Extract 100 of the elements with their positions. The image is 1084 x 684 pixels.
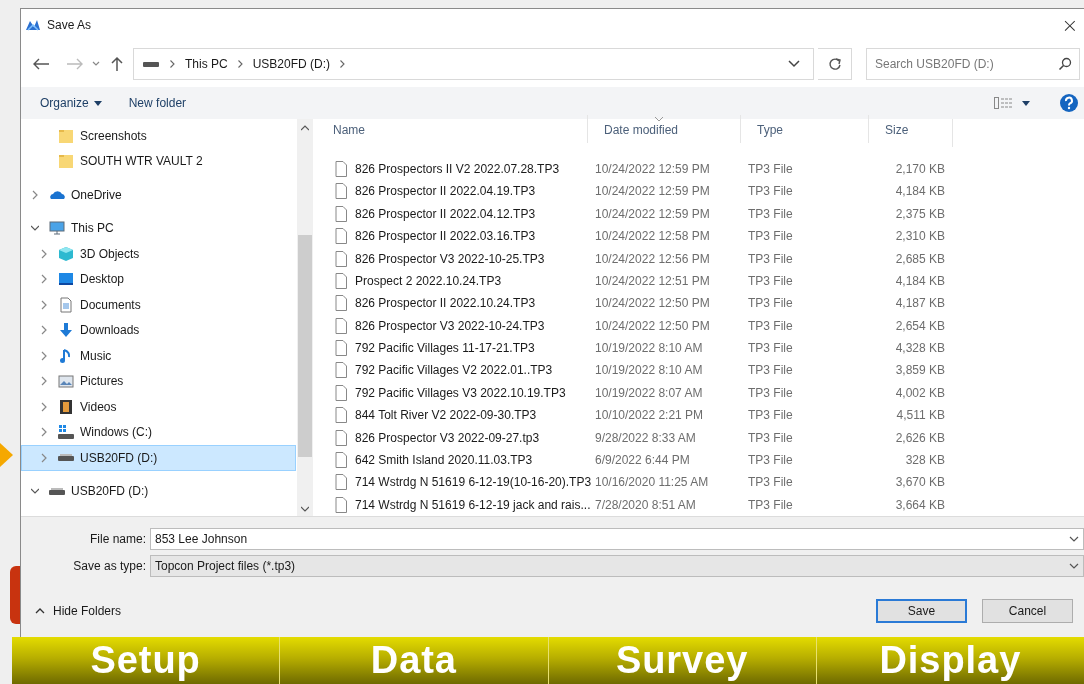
save-button[interactable]: Save [876, 599, 967, 623]
close-button[interactable]: × [1060, 15, 1080, 35]
chevron-right-icon [170, 60, 175, 68]
drive-icon [49, 487, 65, 495]
scrollbar-thumb[interactable] [298, 235, 312, 457]
chevron-right-icon [40, 274, 48, 285]
nav-item[interactable]: Downloads [21, 317, 297, 343]
nav-item[interactable]: Desktop [21, 266, 297, 292]
file-row[interactable]: 714 Wstrdg N 51619 6-12-19 jack and rais... 7/28/2020 8:51 AM TP3 File 3,664 KB [317, 493, 1084, 516]
file-icon [335, 272, 347, 289]
nav-item[interactable]: Documents [21, 292, 297, 318]
file-row[interactable]: 792 Pacific Villages V3 2022.10.19.TP3 10/19/2022 8:07 AM TP3 File 4,002 KB [317, 381, 1084, 405]
file-row[interactable]: Prospect 2 2022.10.24.TP3 10/24/2022 12:51 PM TP3 File 4,184 KB [317, 269, 1084, 293]
file-row[interactable]: 792 Pacific Villages V2 2022.01..TP3 10/19/2022 8:10 AM TP3 File 3,859 KB [317, 359, 1084, 382]
down-arrow-icon [58, 322, 74, 339]
help-icon [1060, 94, 1078, 112]
file-type: TP3 File [747, 362, 794, 380]
chevron-right-icon [40, 248, 48, 259]
chevron-up-icon [35, 608, 45, 614]
file-icon [335, 407, 347, 424]
file-type: TP3 File [747, 407, 794, 425]
file-icon [335, 384, 347, 401]
refresh-button[interactable] [818, 48, 852, 80]
file-type: TP3 File [747, 160, 794, 178]
file-row[interactable]: 826 Prospector V3 2022-10-25.TP3 10/24/2022 12:56 PM TP3 File 2,685 KB [317, 247, 1084, 270]
file-size: 4,184 KB [894, 183, 946, 201]
back-arrow-icon [31, 57, 51, 71]
chevron-right-icon [40, 452, 48, 463]
file-type: TP3 File [747, 429, 794, 447]
column-header[interactable]: Date modified [587, 115, 740, 143]
file-icon [335, 317, 347, 334]
organize-button[interactable]: Organize [40, 94, 102, 112]
file-row[interactable]: 714 Wstrdg N 51619 6-12-19(10-16-20).TP3 10/16/2020 11:25 AM TP3 File 3,670 KB [317, 471, 1084, 494]
nav-item[interactable]: Screenshots [21, 123, 297, 149]
new-folder-button[interactable]: New folder [128, 94, 187, 112]
file-icon [335, 362, 347, 379]
file-date: 10/24/2022 12:50 PM [594, 295, 711, 313]
file-row[interactable]: 826 Prospector V3 2022-09-27.tp3 9/28/2022 8:33 AM TP3 File 2,626 KB [317, 426, 1084, 449]
file-row[interactable]: 792 Pacific Villages 11-17-21.TP3 10/19/2022 8:10 AM TP3 File 4,328 KB [317, 336, 1084, 360]
file-type: TP3 File [747, 272, 794, 290]
drive-icon [142, 59, 160, 69]
file-name-field[interactable]: 853 Lee Johnson [150, 527, 1084, 550]
file-row[interactable]: 642 Smith Island 2020.11.03.TP3 6/9/2022 6:44 PM TP3 File 328 KB [317, 448, 1084, 472]
file-size: 2,685 KB [894, 250, 946, 268]
address-bar[interactable]: This PC USB20FD (D:) [133, 48, 814, 80]
file-icon [335, 295, 347, 312]
file-size: 3,670 KB [894, 474, 946, 492]
folder-icon [58, 127, 74, 144]
nav-item[interactable]: Videos [21, 394, 297, 420]
file-name: 714 Wstrdg N 51619 6-12-19(10-16-20).TP3 [355, 474, 592, 492]
app-logo-icon [25, 18, 41, 32]
nav-item[interactable]: USB20FD (D:) [21, 445, 296, 471]
column-header[interactable]: Size [868, 115, 952, 143]
chevron-right-icon [237, 60, 243, 68]
file-row[interactable]: 844 Tolt River V2 2022-09-30.TP3 10/10/2022 2:21 PM TP3 File 4,511 KB [317, 404, 1084, 427]
file-row[interactable]: 826 Prospectors II V2 2022.07.28.TP3 10/24/2022 12:59 PM TP3 File 2,170 KB [317, 157, 1084, 181]
field-label: File name: [88, 530, 147, 548]
caret-icon [1022, 100, 1030, 106]
nav-item[interactable]: USB20FD (D:) [21, 478, 297, 504]
dropdown-chevron-icon [787, 59, 801, 69]
file-row[interactable]: 826 Prospector II 2022.03.16.TP3 10/24/2022 12:58 PM TP3 File 2,310 KB [317, 224, 1084, 248]
scroll-down-icon [301, 506, 309, 512]
file-row[interactable]: 826 Prospector II 2022.04.19.TP3 10/24/2022 12:59 PM TP3 File 4,184 KB [317, 180, 1084, 203]
file-date: 10/24/2022 12:58 PM [594, 228, 711, 246]
file-date: 10/10/2022 2:21 PM [594, 407, 705, 425]
breadcrumb-item[interactable]: This PC [185, 55, 228, 73]
hide-folders-button[interactable]: Hide Folders [35, 602, 122, 620]
cancel-button[interactable]: Cancel [982, 599, 1073, 623]
chevron-right-icon [340, 60, 346, 68]
file-type-dropdown[interactable]: Topcon Project files (*.tp3) [150, 554, 1084, 577]
file-row[interactable]: 826 Prospector II 2022.04.12.TP3 10/24/2022 12:59 PM TP3 File 2,375 KB [317, 202, 1084, 225]
file-type: TP3 File [747, 496, 794, 514]
search-field[interactable]: Search USB20FD (D:) [866, 48, 1080, 80]
file-type: TP3 File [747, 452, 794, 469]
nav-item[interactable]: OneDrive [21, 182, 297, 208]
file-name: 792 Pacific Villages 11-17-21.TP3 [355, 340, 535, 358]
chevron-right-icon [40, 299, 48, 310]
nav-item[interactable]: Music [21, 343, 297, 369]
file-row[interactable]: 826 Prospector II 2022.10.24.TP3 10/24/2022 12:50 PM TP3 File 4,187 KB [317, 292, 1084, 315]
file-name: 642 Smith Island 2020.11.03.TP3 [355, 452, 533, 469]
column-header[interactable]: Type [740, 115, 868, 143]
nav-item[interactable]: This PC [21, 215, 297, 241]
file-icon [335, 474, 347, 491]
file-type: TP3 File [747, 205, 794, 223]
nav-item[interactable]: Pictures [21, 368, 297, 394]
file-date: 10/19/2022 8:10 AM [594, 340, 704, 358]
breadcrumb-item[interactable]: USB20FD (D:) [252, 55, 331, 73]
file-date: 9/28/2022 8:33 AM [594, 429, 697, 447]
nav-item[interactable]: 3D Objects [21, 241, 297, 267]
file-date: 10/19/2022 8:07 AM [594, 384, 704, 402]
file-name: 844 Tolt River V2 2022-09-30.TP3 [355, 407, 537, 425]
file-size: 2,170 KB [894, 160, 946, 178]
picture-icon [58, 373, 74, 390]
file-row[interactable]: 826 Prospector V3 2022-10-24.TP3 10/24/2022 12:50 PM TP3 File 2,654 KB [317, 314, 1084, 337]
file-date: 6/9/2022 6:44 PM [594, 452, 691, 469]
column-header[interactable]: Name [317, 115, 587, 143]
monitor-icon [49, 220, 65, 237]
scrollbar[interactable] [297, 119, 313, 516]
nav-item[interactable]: Windows (C:) [21, 419, 297, 445]
nav-item[interactable]: SOUTH WTR VAULT 2 [21, 148, 297, 174]
